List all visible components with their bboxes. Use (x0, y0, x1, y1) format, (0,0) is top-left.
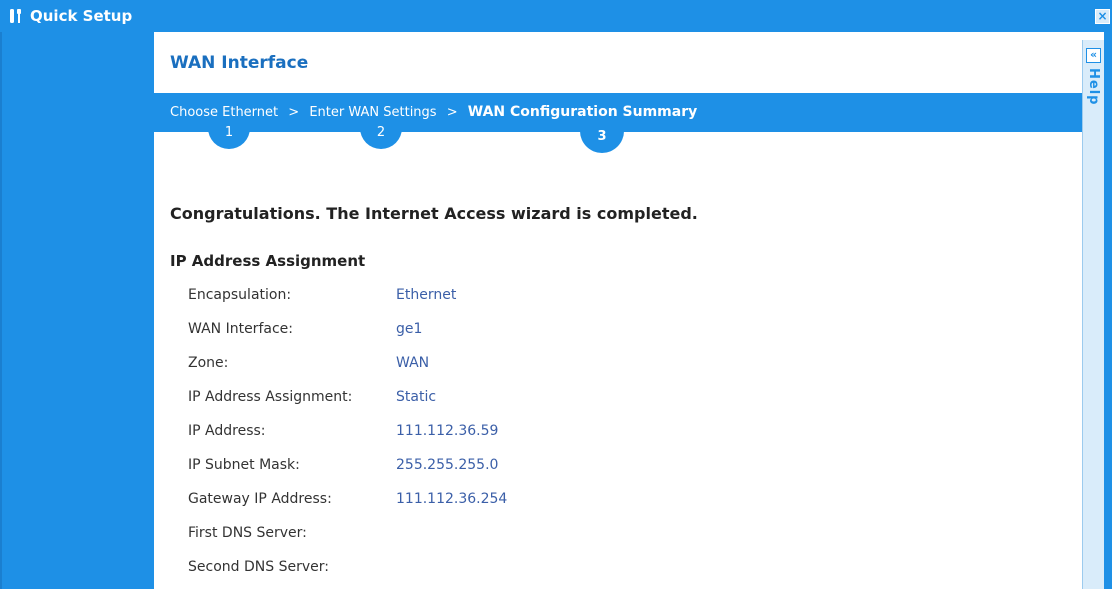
row-value: Ethernet (396, 287, 457, 303)
step-number-badge: 1 (208, 125, 250, 149)
wizard-steps: Choose Ethernet > Enter WAN Settings > W… (170, 104, 697, 120)
row-value: 111.112.36.59 (396, 423, 499, 439)
row-label: WAN Interface: (188, 321, 293, 337)
page-title: WAN Interface (170, 53, 309, 73)
help-label[interactable]: Help (1086, 68, 1101, 105)
row-value: WAN (396, 355, 430, 371)
step-separator: > (446, 105, 458, 120)
row-label: Zone: (188, 355, 229, 371)
row-label: Encapsulation: (188, 287, 292, 303)
row-label: Gateway IP Address: (188, 491, 332, 507)
wrench-settings-icon (10, 9, 21, 23)
step-wan-configuration-summary: WAN Configuration Summary (467, 104, 698, 120)
close-icon[interactable]: × (1095, 9, 1110, 24)
row-value: 111.112.36.254 (396, 491, 508, 507)
row-label: IP Subnet Mask: (188, 457, 300, 473)
window-border (1104, 32, 1112, 589)
step-separator: > (288, 105, 300, 120)
completion-message: Congratulations. The Internet Access wiz… (170, 204, 698, 223)
row-label: Second DNS Server: (188, 559, 329, 575)
step-number-badge: 2 (360, 125, 402, 149)
row-value: 255.255.255.0 (396, 457, 499, 473)
row-label: First DNS Server: (188, 525, 307, 541)
section-title: IP Address Assignment (170, 252, 366, 270)
step-enter-wan-settings: Enter WAN Settings (309, 105, 437, 120)
row-label: IP Address Assignment: (188, 389, 353, 405)
left-sidebar (0, 32, 154, 589)
row-label: IP Address: (188, 423, 266, 439)
help-panel-tab[interactable]: « Help (1082, 40, 1105, 589)
step-number-badge-active: 3 (580, 125, 624, 153)
row-value: Static (396, 389, 437, 405)
step-choose-ethernet: Choose Ethernet (170, 105, 279, 120)
window-title: Quick Setup (30, 7, 133, 25)
double-chevron-left-icon[interactable]: « (1086, 48, 1101, 63)
title-bar: Quick Setup × (0, 0, 1112, 32)
row-value: ge1 (396, 321, 423, 337)
